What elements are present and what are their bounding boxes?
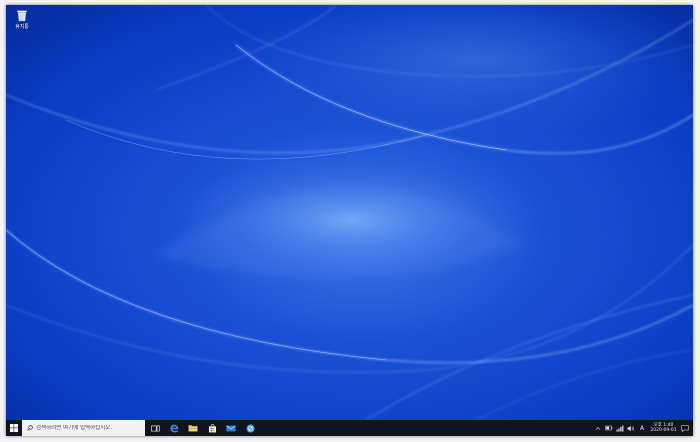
task-view-button[interactable]: [146, 420, 164, 436]
edge-icon: [170, 424, 178, 432]
search-input[interactable]: [33, 425, 141, 431]
desktop-screen: 휴지통 검색하려면 여기에 입력하십시오. A 오후 1:40 2020-09-…: [6, 5, 693, 436]
taskbar-file-explorer-button[interactable]: [184, 420, 202, 436]
taskbar-app-button[interactable]: [241, 420, 259, 436]
system-tray: A 오후 1:40 2020-09-01: [593, 420, 693, 436]
tray-volume-button[interactable]: [626, 420, 636, 436]
start-button[interactable]: [6, 420, 22, 436]
network-icon: [616, 425, 624, 432]
windows-logo-icon: [10, 424, 18, 432]
clock-date: 2020-09-01: [650, 428, 677, 433]
tray-battery-button[interactable]: [604, 420, 614, 436]
notification-icon: [681, 424, 689, 432]
speaker-icon: [627, 425, 635, 431]
task-view-icon: [150, 425, 160, 431]
action-center-button[interactable]: [679, 420, 691, 436]
taskbar-clock[interactable]: 오후 1:40 2020-09-01: [650, 420, 677, 436]
taskbar-mail-button[interactable]: [222, 420, 240, 436]
battery-icon: [605, 425, 613, 431]
desktop-icon-recycle-bin[interactable]: 휴지통: [9, 9, 35, 30]
taskbar: A 오후 1:40 2020-09-01: [6, 420, 693, 436]
screenshot-frame: 휴지통 검색하려면 여기에 입력하십시오. A 오후 1:40 2020-09-…: [0, 0, 700, 442]
recycle-bin-icon: [17, 10, 27, 22]
tray-ime-button[interactable]: A: [637, 420, 647, 436]
chevron-up-icon: [595, 426, 601, 430]
ime-indicator: A: [639, 424, 645, 432]
taskbar-edge-button[interactable]: [165, 420, 183, 436]
mail-icon: [226, 425, 236, 431]
taskbar-store-button[interactable]: [203, 420, 221, 436]
file-explorer-icon: [188, 425, 198, 432]
tray-show-hidden-button[interactable]: [593, 420, 603, 436]
tray-network-button[interactable]: [615, 420, 625, 436]
desktop-icon-label: 휴지통: [15, 24, 29, 30]
store-icon: [208, 423, 216, 432]
desktop-wallpaper: [6, 5, 693, 420]
app-icon: [246, 424, 254, 432]
taskbar-search-box[interactable]: [22, 420, 145, 436]
